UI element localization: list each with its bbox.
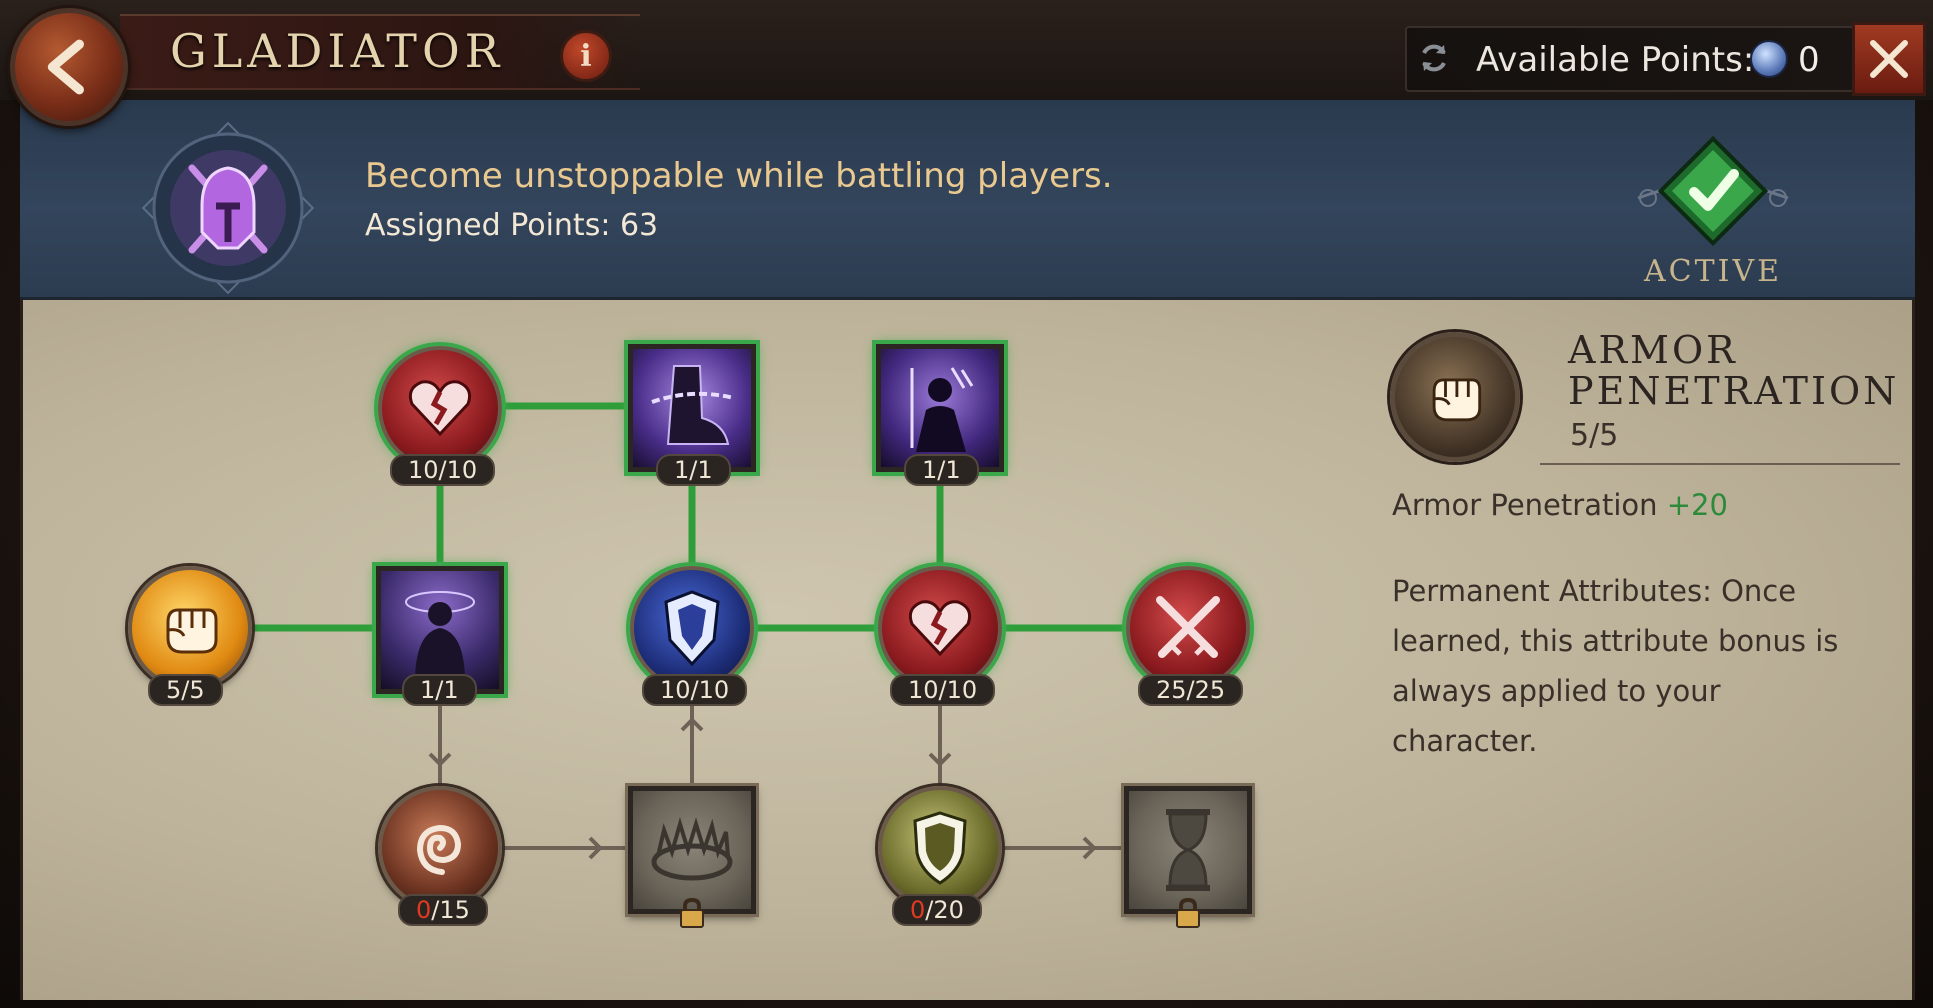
talent-count-current: 0 <box>910 896 926 924</box>
talent-count: 10/10 <box>890 674 996 706</box>
back-button[interactable] <box>10 8 128 126</box>
fist-icon <box>1432 378 1482 422</box>
crossed-swords-icon <box>1156 596 1220 658</box>
talent-node-crossed-swords[interactable] <box>1126 566 1250 690</box>
talent-count-max: /15 <box>431 896 470 924</box>
archer-icon <box>910 367 974 452</box>
bear-trap-icon <box>651 816 733 881</box>
lock-icon <box>675 896 709 930</box>
chained-boot-icon <box>651 365 735 445</box>
talent-tree-screen: GLADIATOR i Available Points: 0 Become u… <box>0 0 1933 1008</box>
stat-name: Armor Penetration <box>1392 488 1658 522</box>
selected-talent-icon <box>1390 332 1520 462</box>
selected-talent-stat: Armor Penetration +20 <box>1392 488 1728 522</box>
talent-node-spiral[interactable] <box>378 786 502 910</box>
spiral-icon <box>416 824 462 875</box>
fist-icon <box>166 608 218 654</box>
detail-divider <box>1540 463 1900 465</box>
talent-node-bear-trap[interactable] <box>628 786 756 914</box>
talent-count: 10/10 <box>642 674 748 706</box>
silhouette-icon <box>405 591 475 676</box>
hourglass-icon <box>1166 809 1210 891</box>
talent-count: 0/20 <box>892 894 982 926</box>
selected-talent-level: 5/5 <box>1570 418 1619 453</box>
back-arrow-icon <box>47 39 84 95</box>
stat-value: +20 <box>1666 488 1728 522</box>
talent-count: 1/1 <box>904 454 979 486</box>
talent-count-max: /20 <box>925 896 964 924</box>
talent-count: 5/5 <box>148 674 223 706</box>
talent-node-armor-penetration[interactable] <box>128 566 252 690</box>
talent-node-archer[interactable] <box>876 344 1004 472</box>
broken-heart-icon <box>408 380 472 437</box>
talent-node-shield[interactable] <box>878 786 1002 910</box>
talent-node-blue-shield[interactable] <box>630 566 754 690</box>
talent-count-current: 0 <box>416 896 432 924</box>
talent-node-top-heart[interactable] <box>378 346 502 470</box>
talent-count: 10/10 <box>390 454 496 486</box>
talent-count: 25/25 <box>1138 674 1244 706</box>
talent-count: 1/1 <box>402 674 477 706</box>
talent-node-mid-heart[interactable] <box>878 566 1002 690</box>
crest-shield-icon <box>664 590 720 667</box>
talent-node-hourglass[interactable] <box>1124 786 1252 914</box>
shield-icon <box>913 811 967 885</box>
selected-talent-description: Permanent Attributes: Once learned, this… <box>1392 574 1839 758</box>
talent-count: 1/1 <box>656 454 731 486</box>
selected-talent-title: ARMOR PENETRATION <box>1568 328 1900 413</box>
talent-node-chained-boot[interactable] <box>628 344 756 472</box>
talent-count: 0/15 <box>398 894 488 926</box>
broken-heart-icon <box>908 600 972 657</box>
lock-icon <box>1171 896 1205 930</box>
